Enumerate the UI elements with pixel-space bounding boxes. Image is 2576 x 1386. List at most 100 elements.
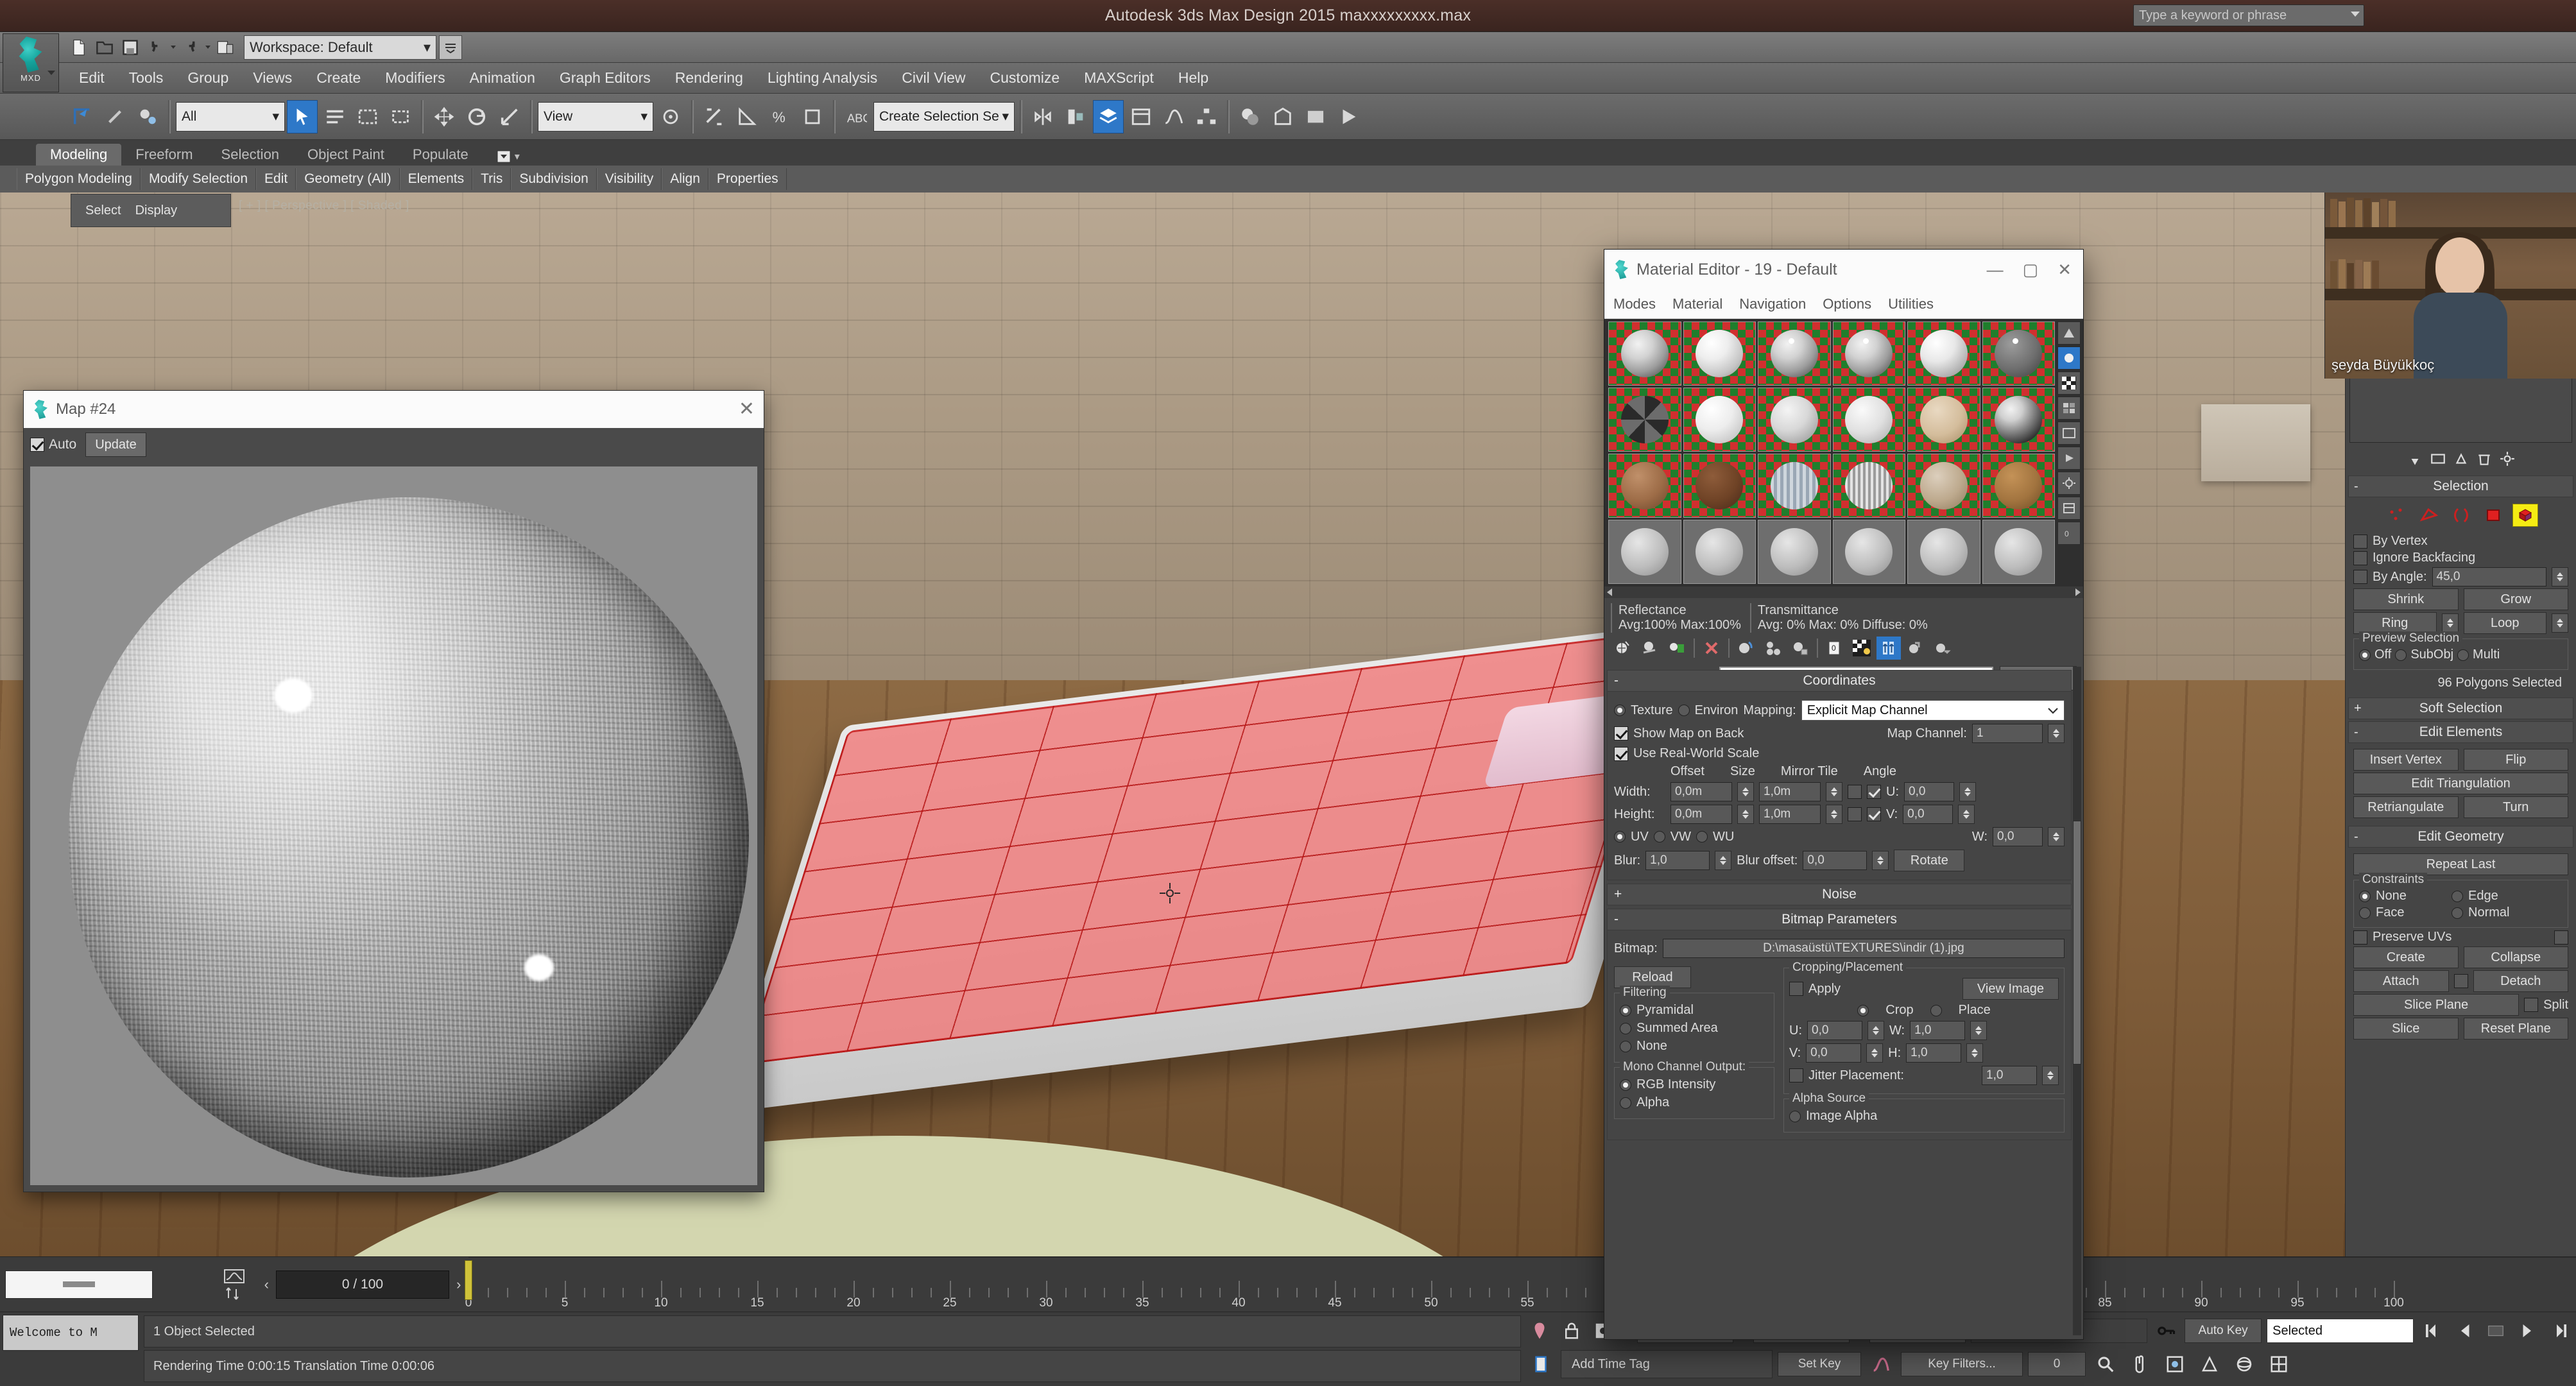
filtering-summed-area-row[interactable]: Summed Area [1620,1021,1769,1036]
blur-offset-field[interactable]: 0,0 [1803,851,1868,870]
radio-subobj-icon[interactable] [2395,649,2407,661]
workspace-selector[interactable]: Workspace: Default ▾ [244,35,436,60]
sample-slot[interactable] [1683,388,1756,452]
window-crossing-icon[interactable] [385,100,416,133]
menu-item-group[interactable]: Group [175,67,241,89]
render-production-icon[interactable] [1333,100,1364,133]
undo-dropdown-icon[interactable] [169,35,177,60]
undo-icon[interactable] [144,35,168,60]
zoom-icon[interactable] [2091,1349,2120,1379]
percent-snap-icon[interactable]: % [764,100,795,133]
menu-item-graph-editors[interactable]: Graph Editors [547,67,663,89]
crop-h-field[interactable]: 1,0 [1906,1043,1962,1063]
scrollbar-thumb[interactable] [2073,821,2081,1065]
width-size-field[interactable]: 1,0m [1759,782,1821,801]
viewport-menu-select[interactable]: Select [85,203,121,218]
sample-type-icon[interactable] [2057,321,2081,345]
create-button[interactable]: Create [2353,946,2459,968]
sample-slot[interactable] [1982,321,2055,386]
crop-u-spinner[interactable] [1868,1021,1884,1040]
key-index-field[interactable]: 0 [2028,1352,2086,1376]
set-key-button[interactable]: Set Key [1778,1352,1861,1376]
schematic-view-icon[interactable] [1191,100,1222,133]
detach-button[interactable]: Detach [2473,970,2568,992]
ribbon-panel-polygon-modeling[interactable]: Polygon Modeling [17,168,141,190]
named-selection-sets-dropdown[interactable]: Create Selection Se ▾ [873,101,1015,132]
viewport-scale-box[interactable] [5,1270,153,1299]
v-angle-spinner[interactable] [1958,805,1975,824]
pin-stack-icon[interactable] [2407,450,2423,467]
sample-slot[interactable] [1832,520,1905,584]
open-file-icon[interactable] [92,35,117,60]
sample-slot[interactable] [1758,454,1831,518]
put-to-library-icon[interactable] [1788,637,1812,660]
sample-slot[interactable] [1683,454,1756,518]
layer-manager-icon[interactable] [1093,99,1124,133]
map-channel-spinner[interactable] [2048,724,2065,743]
reference-coordinate-dropdown[interactable]: View ▾ [538,101,653,132]
app-menu-button[interactable]: MXD [3,33,59,92]
maxscript-listener[interactable]: Welcome to M [3,1315,139,1351]
render-setup-icon[interactable] [1267,100,1298,133]
w-angle-spinner[interactable] [2048,827,2065,846]
time-slider-handle[interactable] [465,1260,472,1300]
assign-material-to-selection-icon[interactable] [1665,637,1689,660]
attach-button[interactable]: Attach [2353,970,2449,992]
height-size-field[interactable]: 1,0m [1759,805,1821,824]
open-mini-curve-editor-icon[interactable] [223,1268,245,1285]
u-angle-spinner[interactable] [1959,782,1976,801]
sample-slots-hscrollbar[interactable] [1604,586,2083,598]
material-editor-icon[interactable] [1235,100,1266,133]
selection-filter-dropdown[interactable]: All ▾ [176,101,285,132]
next-frame-icon[interactable] [2514,1316,2541,1346]
filtering-pyramidal-row[interactable]: Pyramidal [1620,1003,1769,1018]
align-icon[interactable] [1060,100,1091,133]
video-color-check-icon[interactable] [2057,422,2081,445]
polygon-icon[interactable] [2480,504,2506,527]
jitter-placement-field[interactable]: 1,0 [1982,1066,2037,1085]
rendered-frame-window-icon[interactable] [1300,100,1331,133]
mono-rgb-intensity-row[interactable]: RGB Intensity [1620,1077,1769,1092]
ignore-backfacing-checkbox[interactable]: Ignore Backfacing [2353,551,2568,565]
radio-off-icon[interactable] [2359,649,2371,661]
rollout-header-edit-elements[interactable]: - Edit Elements [2348,721,2573,743]
menu-item-lighting-analysis[interactable]: Lighting Analysis [755,67,889,89]
ribbon-panel-elements[interactable]: Elements [399,168,473,190]
checkbox-icon[interactable] [1789,982,1803,996]
get-material-icon[interactable] [1611,637,1635,660]
mapping-dropdown[interactable]: Explicit Map Channel [1801,700,2065,721]
remove-modifier-icon[interactable] [2476,450,2493,467]
menu-item-rendering[interactable]: Rendering [663,67,755,89]
radio-texture-icon[interactable] [1614,705,1626,716]
collapse-button[interactable]: Collapse [2463,946,2568,968]
radio-multi-icon[interactable] [2457,649,2469,661]
me-menu-utilities[interactable]: Utilities [1888,296,1934,312]
reset-map-material-icon[interactable] [1699,637,1724,660]
prev-frame-button[interactable]: ‹ [257,1270,276,1299]
add-time-tag-button[interactable]: Add Time Tag [1561,1350,1773,1378]
edit-triangulation-button[interactable]: Edit Triangulation [2353,773,2568,794]
slice-plane-button[interactable]: Slice Plane [2353,994,2520,1016]
timeline-ruler[interactable]: 0510152025303540455055606570758085909510… [465,1257,2576,1312]
select-and-move-icon[interactable] [429,100,459,133]
key-mode-icon[interactable] [2152,1316,2179,1346]
select-and-rotate-icon[interactable] [461,100,492,133]
select-and-scale-icon[interactable] [494,100,525,133]
height-tile-checkbox[interactable] [1867,807,1881,821]
mirror-icon[interactable] [1027,100,1058,133]
current-frame-display[interactable]: 0 / 100 [276,1270,449,1299]
by-angle-field[interactable]: 45,0 [2432,567,2546,586]
v-angle-field[interactable]: 0,0 [1903,805,1953,824]
ring-button[interactable]: Ring [2353,612,2437,634]
ribbon-options-button[interactable]: ▾ [483,148,534,166]
project-folder-icon[interactable] [213,35,237,60]
rollout-header-soft-selection[interactable]: + Soft Selection [2348,697,2573,719]
key-filters-icon[interactable] [1866,1349,1896,1379]
ribbon-panel-align[interactable]: Align [662,168,708,190]
track-bar-toggle-icon[interactable] [223,1287,245,1301]
angle-snap-icon[interactable] [732,100,762,133]
make-unique-icon[interactable] [1761,637,1785,660]
sample-slot[interactable] [1832,321,1905,386]
vertex-icon[interactable] [2384,504,2410,527]
map-auto-checkbox[interactable]: Auto [30,437,76,452]
